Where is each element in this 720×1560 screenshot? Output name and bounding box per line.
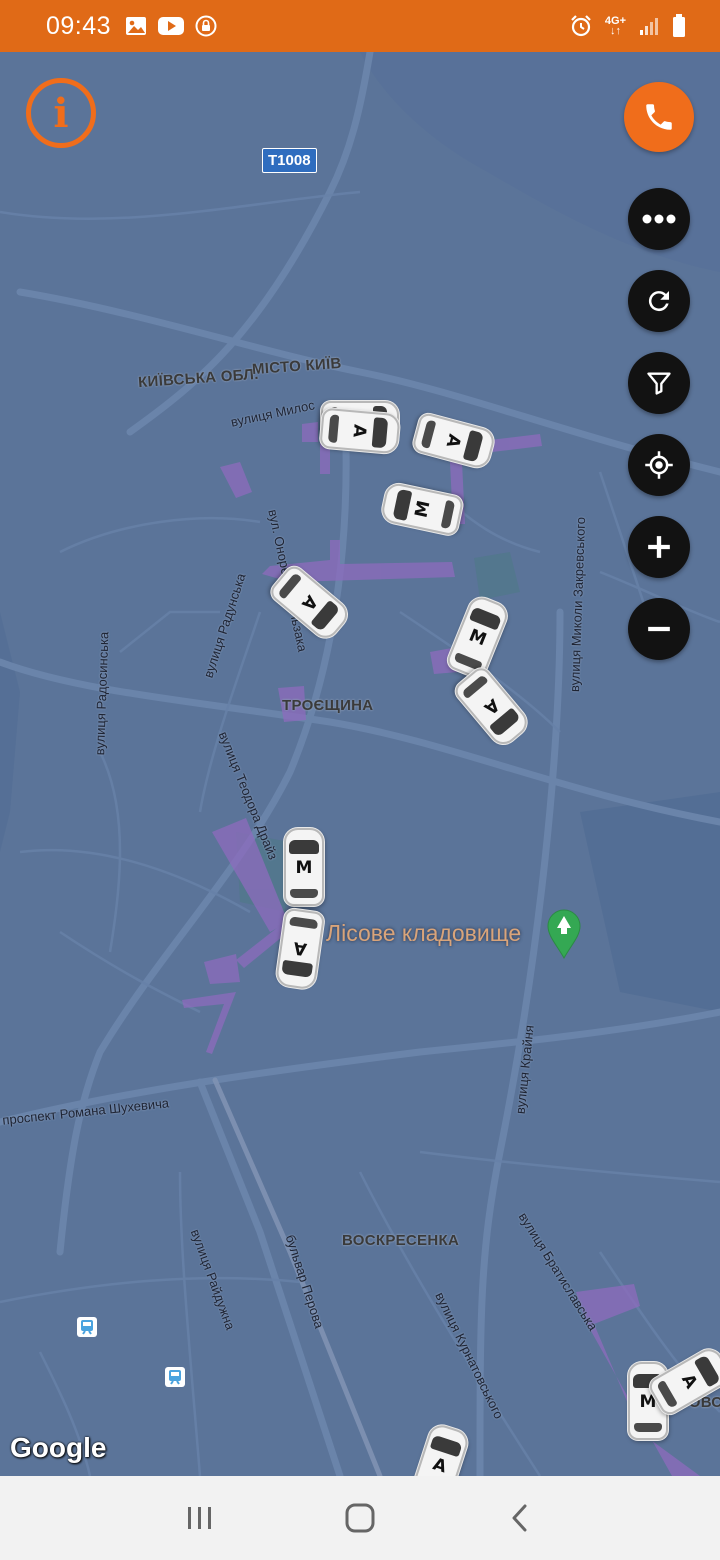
youtube-icon <box>158 17 185 35</box>
car-class-label: А <box>348 423 370 439</box>
image-icon <box>126 17 147 35</box>
more-button[interactable] <box>628 188 690 250</box>
call-button[interactable] <box>624 82 694 152</box>
route-shield: T1008 <box>262 148 317 173</box>
signal-icon <box>640 18 658 35</box>
poi-label: Лісове кладовище <box>326 920 522 946</box>
cemetery-marker-icon[interactable] <box>546 908 582 960</box>
filter-icon <box>647 372 671 395</box>
screen: 09:43 4G+ ↓↑ T1008 КИЇВСЬКА ОБЛ. МІСТО К… <box>0 0 720 1560</box>
refresh-icon <box>648 291 669 312</box>
zoom-out-icon <box>648 626 670 632</box>
zoom-out-button[interactable] <box>628 598 690 660</box>
zoom-in-button[interactable] <box>628 516 690 578</box>
google-attribution: Google <box>10 1432 107 1463</box>
more-icon <box>642 214 676 224</box>
train-station-icon[interactable] <box>164 1366 186 1388</box>
voskresenka-label: ВОСКРЕСЕНКА <box>342 1232 460 1249</box>
network-type: 4G+ ↓↑ <box>605 16 626 37</box>
car-class-label: М <box>295 858 313 878</box>
refresh-button[interactable] <box>628 270 690 332</box>
vpn-lock-icon <box>195 15 217 37</box>
alarm-icon <box>571 15 591 37</box>
info-icon: i <box>53 89 69 137</box>
taxi-car-marker[interactable]: А <box>319 407 401 455</box>
status-notification-icons <box>125 15 217 37</box>
info-button[interactable]: i <box>26 78 96 148</box>
status-bar: 09:43 4G+ ↓↑ <box>0 0 720 52</box>
locate-button[interactable] <box>628 434 690 496</box>
home-icon <box>345 1503 375 1533</box>
status-time: 09:43 <box>46 11 112 40</box>
filter-button[interactable] <box>628 352 690 414</box>
back-button[interactable] <box>490 1488 550 1548</box>
battery-icon <box>673 14 685 37</box>
status-system-icons: 4G+ ↓↑ <box>569 14 686 38</box>
home-button[interactable] <box>330 1488 390 1548</box>
back-icon <box>512 1504 527 1532</box>
zoom-in-icon <box>648 536 670 558</box>
phone-icon <box>646 104 672 130</box>
network-activity-arrows: ↓↑ <box>609 25 621 37</box>
recent-apps-icon <box>188 1507 211 1529</box>
map-base-layer <box>0 52 720 1476</box>
locate-icon <box>645 451 673 479</box>
system-nav-bar <box>0 1476 720 1560</box>
map-view[interactable]: T1008 КИЇВСЬКА ОБЛ. МІСТО КИЇВ ТРОЄЩИНА … <box>0 52 720 1476</box>
troieshchyna-label: ТРОЄЩИНА <box>282 697 374 714</box>
recent-apps-button[interactable] <box>170 1488 230 1548</box>
taxi-car-marker[interactable]: М <box>284 828 324 906</box>
train-station-icon[interactable] <box>76 1316 98 1338</box>
